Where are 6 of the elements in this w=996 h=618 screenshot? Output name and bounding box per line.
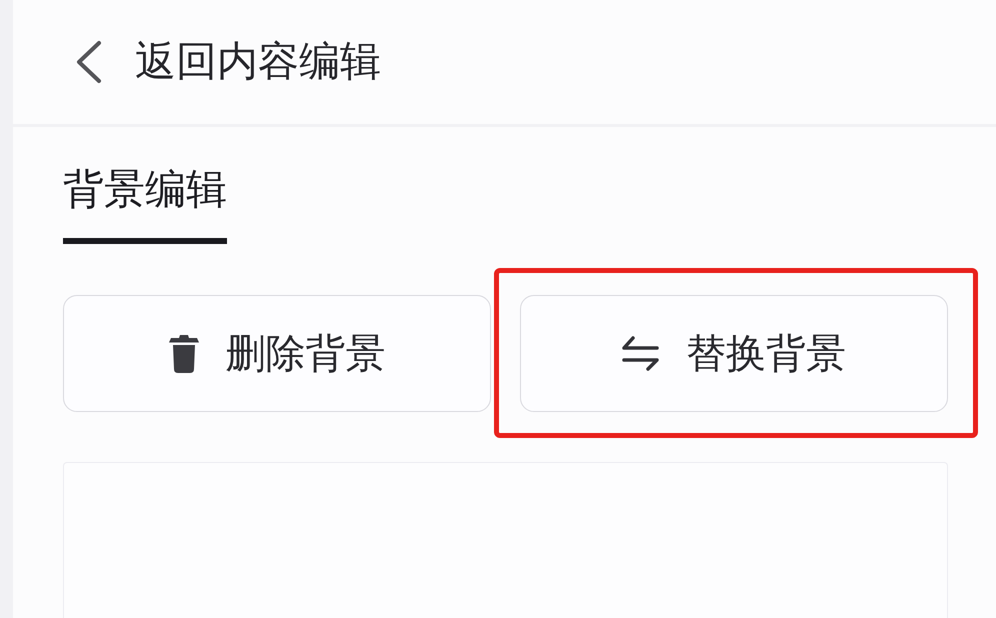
tab[interactable]: 背景编辑 xyxy=(63,165,227,244)
delete-button[interactable]: 删除背景 xyxy=(63,295,491,412)
back-button[interactable]: 返回内容编辑 xyxy=(75,37,381,87)
chevron-left-icon xyxy=(75,40,102,84)
trash-icon xyxy=(168,334,198,373)
swap-button[interactable]: 替换背景 xyxy=(520,295,948,412)
